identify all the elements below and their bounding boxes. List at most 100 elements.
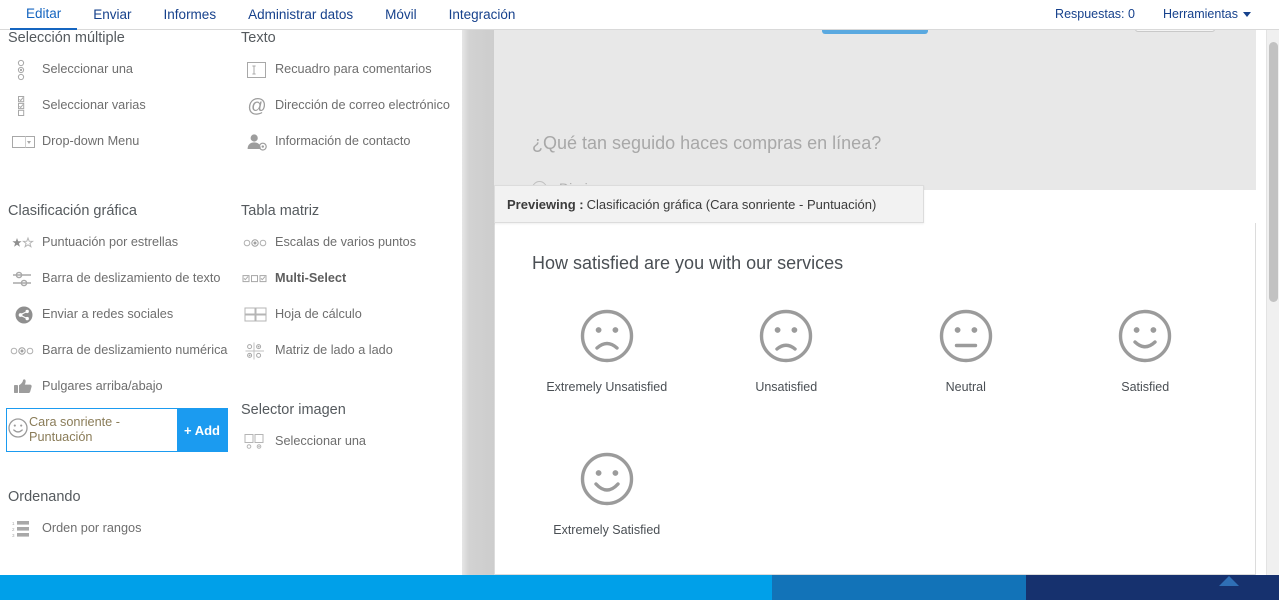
survey-question-text: ¿Qué tan seguido haces compras en línea? [532, 133, 882, 153]
contact-icon [241, 132, 273, 152]
ranking-icon: 123 [8, 520, 40, 538]
palette-item-label: Barra de deslizamiento numérica [42, 343, 228, 357]
dropdown-icon [8, 135, 40, 149]
svg-text:2: 2 [12, 527, 15, 532]
smiley-option-extremely-satisfied[interactable]: Extremely Satisfied [517, 451, 697, 537]
group-title: Clasificación gráfica [8, 203, 137, 219]
secondary-action-button-partial[interactable] [1135, 30, 1215, 32]
footer-segment-cyan [0, 575, 772, 600]
survey-background: ¿Qué tan seguido haces compras en línea?… [494, 30, 1256, 196]
scroll-to-top-icon[interactable] [1216, 572, 1242, 588]
spreadsheet-icon [241, 306, 273, 324]
face-happy-icon [1119, 309, 1172, 363]
panel-divider-inner [462, 30, 494, 575]
smiley-option-label: Extremely Satisfied [553, 523, 661, 537]
face-very-sad-icon [580, 309, 633, 363]
multiselect-icon [241, 273, 273, 285]
scale-icon [241, 237, 273, 249]
chevron-down-icon [1243, 12, 1251, 18]
group-title: Selección múltiple [8, 30, 125, 46]
footer-bar [0, 575, 1279, 600]
group-title: Tabla matriz [241, 203, 320, 219]
palette-item-label: Matriz de lado a lado [275, 343, 393, 357]
vertical-scrollbar-thumb[interactable] [1269, 42, 1278, 302]
nav-tab-movil[interactable]: Móvil [369, 0, 433, 29]
palette-item-enviar-redes-sociales[interactable]: Enviar a redes sociales [8, 300, 228, 329]
image-select-icon [241, 433, 273, 451]
palette-item-escalas-varios-puntos[interactable]: Escalas de varios puntos [241, 228, 461, 257]
vertical-scrollbar[interactable] [1266, 30, 1279, 575]
palette-item-label: Drop-down Menu [42, 134, 140, 148]
smiley-options-row-1: Extremely Unsatisfied Unsatisfied Neutra… [517, 308, 1235, 394]
palette-item-pulgares-arriba-abajo[interactable]: Pulgares arriba/abajo [8, 372, 228, 401]
palette-item-selector-imagen-una[interactable]: Seleccionar una [241, 427, 461, 456]
smiley-option-unsatisfied[interactable]: Unsatisfied [697, 308, 877, 394]
at-icon: @ [241, 95, 273, 117]
stars-icon [8, 236, 40, 250]
palette-column-right: Texto Recuadro para comentarios @ Direcc… [241, 30, 461, 463]
palette-item-label: Enviar a redes sociales [42, 307, 174, 321]
nav-tab-integracion[interactable]: Integración [433, 0, 532, 29]
palette-item-label: Multi-Select [275, 271, 347, 285]
palette-item-label: Orden por rangos [42, 521, 142, 535]
palette-group-tabla-matriz: Tabla matriz Escalas de varios puntos Mu… [241, 203, 461, 365]
palette-item-puntuacion-estrellas[interactable]: Puntuación por estrellas [8, 228, 228, 257]
nav-left-group: Editar Enviar Informes Administrar datos… [0, 0, 531, 30]
smiley-option-satisfied[interactable]: Satisfied [1056, 308, 1236, 394]
checkbox-list-icon [8, 95, 40, 117]
palette-item-label: Barra de deslizamiento de texto [42, 271, 221, 285]
palette-item-label: Puntuación por estrellas [42, 235, 179, 249]
palette-item-label: Recuadro para comentarios [275, 62, 432, 76]
palette-item-dropdown-menu[interactable]: Drop-down Menu [8, 127, 228, 156]
palette-item-body[interactable]: Cara sonriente - Puntuación [7, 409, 177, 451]
preview-card: How satisfied are you with our services … [494, 223, 1256, 575]
palette-item-hoja-de-calculo[interactable]: Hoja de cálculo [241, 300, 461, 329]
palette-item-recuadro-comentarios[interactable]: Recuadro para comentarios [241, 55, 461, 84]
question-type-palette: Selección múltiple Seleccionar una Selec… [0, 30, 462, 575]
add-question-button[interactable]: + Add [177, 409, 227, 451]
previewing-label: Previewing : [507, 196, 584, 212]
palette-item-barra-deslizamiento-texto[interactable]: Barra de deslizamiento de texto [8, 264, 228, 293]
nav-tab-editar[interactable]: Editar [10, 0, 78, 30]
survey-builder-canvas: ¿Qué tan seguido haces compras en línea?… [494, 30, 1279, 575]
smiley-icon [7, 417, 29, 444]
palette-column-left: Selección múltiple Seleccionar una Selec… [6, 30, 228, 550]
smiley-option-label: Neutral [945, 380, 986, 394]
palette-item-matriz-lado-a-lado[interactable]: Matriz de lado a lado [241, 336, 461, 365]
smiley-option-label: Extremely Unsatisfied [546, 380, 668, 394]
group-title: Ordenando [8, 489, 81, 505]
svg-text:1: 1 [12, 521, 15, 526]
primary-action-button-partial[interactable] [822, 30, 928, 34]
palette-group-seleccion-multiple: Selección múltiple Seleccionar una Selec… [8, 30, 228, 156]
smiley-option-extremely-unsatisfied[interactable]: Extremely Unsatisfied [517, 308, 697, 394]
palette-item-direccion-correo[interactable]: @ Dirección de correo electrónico [241, 91, 461, 120]
palette-item-multi-select[interactable]: Multi-Select [241, 264, 461, 293]
smiley-option-neutral[interactable]: Neutral [876, 308, 1056, 394]
top-navigation-bar: Editar Enviar Informes Administrar datos… [0, 0, 1279, 30]
radio-list-icon [8, 59, 40, 81]
nav-tab-administrar-datos[interactable]: Administrar datos [232, 0, 369, 29]
textbox-icon [241, 61, 273, 79]
smiley-option-label: Unsatisfied [755, 380, 818, 394]
nav-tab-informes[interactable]: Informes [148, 0, 233, 29]
palette-item-seleccionar-una[interactable]: Seleccionar una [8, 55, 228, 84]
text-slider-icon [8, 270, 40, 288]
footer-segment-mid-blue [772, 575, 1026, 600]
palette-item-orden-por-rangos[interactable]: 123 Orden por rangos [8, 514, 228, 543]
palette-item-informacion-contacto[interactable]: Información de contacto [241, 127, 461, 156]
tools-menu[interactable]: Herramientas [1149, 0, 1265, 29]
nav-tab-enviar[interactable]: Enviar [77, 0, 147, 29]
previewing-banner: Previewing : Clasificación gráfica (Cara… [494, 185, 924, 223]
responses-counter: Respuestas: 0 [1055, 7, 1135, 21]
palette-item-label: Escalas de varios puntos [275, 235, 417, 249]
smiley-options-row-2: Extremely Satisfied [517, 451, 1235, 537]
palette-item-label: Seleccionar varias [42, 98, 146, 112]
palette-item-label: Seleccionar una [275, 434, 366, 448]
palette-item-seleccionar-varias[interactable]: Seleccionar varias [8, 91, 228, 120]
palette-item-cara-sonriente-puntuacion[interactable]: Cara sonriente - Puntuación + Add [6, 408, 228, 452]
tools-menu-label: Herramientas [1162, 7, 1238, 21]
palette-item-barra-deslizamiento-numerica[interactable]: Barra de deslizamiento numérica [8, 336, 228, 365]
face-neutral-icon [939, 309, 992, 363]
